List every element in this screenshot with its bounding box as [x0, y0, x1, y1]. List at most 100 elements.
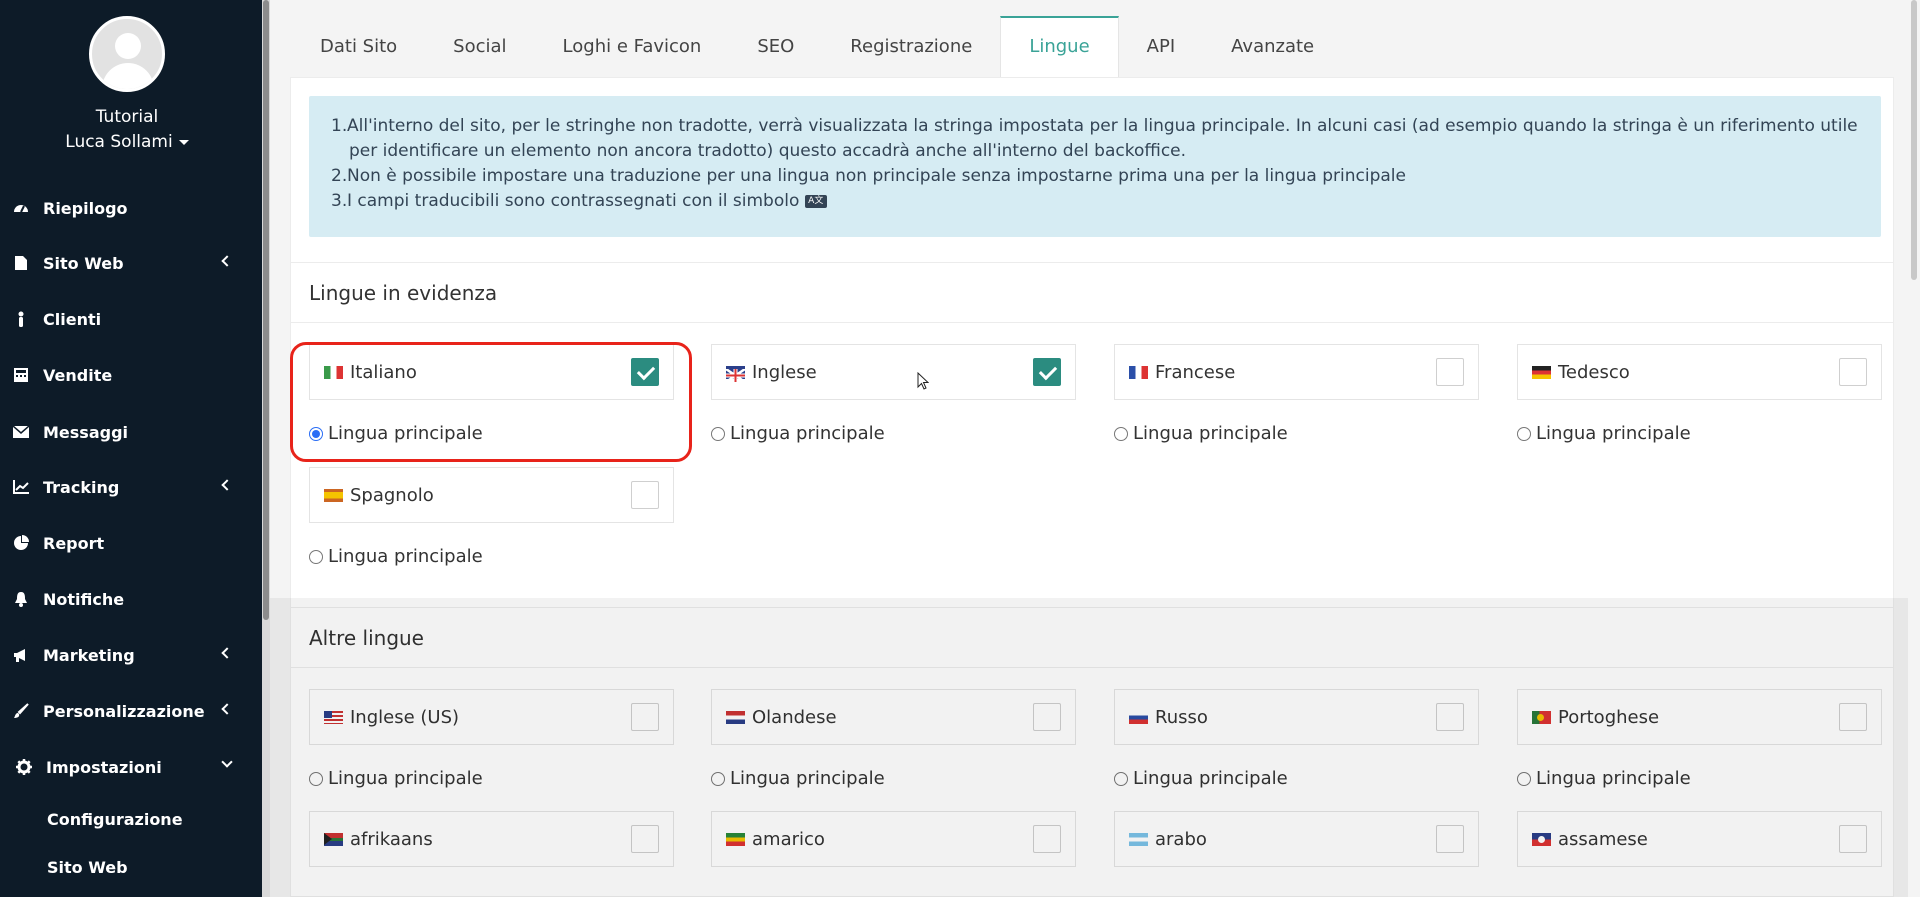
language-checkbox[interactable]	[1033, 825, 1061, 853]
language-checkbox[interactable]	[631, 481, 659, 509]
sidebar-item-label: Notifiche	[43, 589, 125, 609]
spain-flag-icon	[324, 488, 343, 502]
language-name: assamese	[1558, 828, 1648, 850]
gear-icon	[16, 759, 32, 775]
language-option-inglese[interactable]: Inglese	[711, 344, 1076, 400]
radio-button[interactable]	[309, 549, 323, 564]
language-checkbox[interactable]	[1839, 703, 1867, 731]
main-scrollbar[interactable]	[1908, 0, 1920, 897]
sidebar-item-messaggi[interactable]: Messaggi	[0, 410, 254, 454]
main-language-radio-francese[interactable]: Lingua principale	[1114, 423, 1288, 444]
divider	[291, 262, 1893, 263]
language-option-francese[interactable]: Francese	[1114, 344, 1479, 400]
pie-chart-icon	[13, 535, 29, 551]
assam-flag-icon	[1532, 832, 1551, 846]
radio-button[interactable]	[1114, 771, 1128, 786]
radio-button[interactable]	[1517, 426, 1531, 441]
scrollbar-thumb[interactable]	[1911, 0, 1917, 280]
language-checkbox[interactable]	[631, 703, 659, 731]
chevron-left-icon	[221, 647, 233, 659]
language-name: Inglese (US)	[350, 706, 460, 728]
sidebar-item-impostazioni[interactable]: Impostazioni	[0, 745, 254, 789]
sidebar-item-sito-web[interactable]: Sito Web	[0, 241, 254, 285]
argentina-flag-icon	[1129, 832, 1148, 846]
envelope-icon	[13, 424, 29, 440]
cash-register-icon	[13, 367, 29, 383]
main-language-radio-tedesco[interactable]: Lingua principale	[1517, 423, 1691, 444]
sidebar-subitem-configurazione[interactable]: Configurazione	[47, 810, 183, 829]
divider	[291, 607, 1893, 608]
language-option-spagnolo[interactable]: Spagnolo	[309, 467, 674, 523]
radio-button[interactable]	[711, 771, 725, 786]
language-option-amarico[interactable]: amarico	[711, 811, 1076, 867]
tab-dati-sito[interactable]: Dati Sito	[292, 16, 425, 78]
caret-down-icon	[178, 139, 189, 145]
language-name: Francese	[1155, 361, 1236, 383]
language-name: Spagnolo	[350, 484, 434, 506]
radio-button[interactable]	[711, 426, 725, 441]
tab-registrazione[interactable]: Registrazione	[822, 16, 1000, 78]
settings-tabs: Dati Sito Social Loghi e Favicon SEO Reg…	[292, 16, 1342, 78]
tab-avanzate[interactable]: Avanzate	[1203, 16, 1342, 78]
radio-button[interactable]	[309, 771, 323, 786]
chevron-left-icon	[221, 703, 233, 715]
avatar[interactable]	[89, 16, 165, 92]
main-language-radio-portoghese[interactable]: Lingua principale	[1517, 768, 1691, 789]
main-language-radio-russo[interactable]: Lingua principale	[1114, 768, 1288, 789]
language-checkbox[interactable]	[1839, 825, 1867, 853]
file-icon	[13, 255, 29, 271]
uk-flag-icon	[725, 365, 746, 383]
tab-api[interactable]: API	[1119, 16, 1203, 78]
language-option-afrikaans[interactable]: afrikaans	[309, 811, 674, 867]
language-checkbox[interactable]	[1033, 703, 1061, 731]
language-checkbox[interactable]	[1839, 358, 1867, 386]
language-option-inglese-us[interactable]: Inglese (US)	[309, 689, 674, 745]
sidebar-item-personalizzazione[interactable]: Personalizzazione	[0, 689, 254, 733]
sidebar-item-clienti[interactable]: Clienti	[0, 297, 254, 341]
language-name: afrikaans	[350, 828, 433, 850]
main-language-radio-inglese-us[interactable]: Lingua principale	[309, 768, 483, 789]
user-name: Luca Sollami	[65, 132, 173, 152]
tab-loghi-favicon[interactable]: Loghi e Favicon	[535, 16, 730, 78]
info-item: 1.All'interno del sito, per le stringhe …	[331, 116, 1858, 161]
sidebar-item-notifiche[interactable]: Notifiche	[0, 577, 254, 621]
sidebar-item-report[interactable]: Report	[0, 521, 254, 565]
sidebar-item-vendite[interactable]: Vendite	[0, 353, 254, 397]
portugal-flag-icon	[1532, 710, 1551, 724]
language-checkbox[interactable]	[1436, 703, 1464, 731]
language-checkbox[interactable]	[1033, 358, 1061, 386]
language-option-russo[interactable]: Russo	[1114, 689, 1479, 745]
main-language-radio-spagnolo[interactable]: Lingua principale	[309, 546, 483, 567]
tab-social[interactable]: Social	[425, 16, 534, 78]
sidebar-subitem-sito-web[interactable]: Sito Web	[47, 858, 128, 877]
language-checkbox[interactable]	[631, 825, 659, 853]
brush-icon	[13, 703, 29, 719]
sidebar-item-marketing[interactable]: Marketing	[0, 633, 254, 677]
sidebar-item-label: Sito Web	[43, 253, 124, 273]
language-checkbox[interactable]	[1436, 825, 1464, 853]
language-option-portoghese[interactable]: Portoghese	[1517, 689, 1882, 745]
language-option-assamese[interactable]: assamese	[1517, 811, 1882, 867]
sidebar-scrollbar[interactable]	[262, 0, 270, 897]
us-flag-icon	[324, 710, 343, 724]
sidebar-item-label: Messaggi	[43, 422, 129, 442]
scrollbar-thumb[interactable]	[263, 0, 269, 620]
radio-button[interactable]	[1517, 771, 1531, 786]
sidebar-item-label: Riepilogo	[43, 198, 128, 218]
user-menu[interactable]: Luca Sollami	[0, 132, 254, 152]
language-option-tedesco[interactable]: Tedesco	[1517, 344, 1882, 400]
main-language-radio-inglese[interactable]: Lingua principale	[711, 423, 885, 444]
sidebar-item-riepilogo[interactable]: Riepilogo	[0, 186, 254, 230]
person-icon	[13, 311, 29, 327]
sidebar-item-tracking[interactable]: Tracking	[0, 465, 254, 509]
tab-lingue[interactable]: Lingue	[1000, 16, 1119, 78]
language-option-olandese[interactable]: Olandese	[711, 689, 1076, 745]
language-name: Olandese	[752, 706, 837, 728]
tab-seo[interactable]: SEO	[729, 16, 822, 78]
radio-button[interactable]	[1114, 426, 1128, 441]
main-language-radio-olandese[interactable]: Lingua principale	[711, 768, 885, 789]
language-option-arabo[interactable]: arabo	[1114, 811, 1479, 867]
info-item: 3.I campi traducibili sono contrassegnat…	[331, 189, 1861, 214]
language-checkbox[interactable]	[1436, 358, 1464, 386]
info-box: 1.All'interno del sito, per le stringhe …	[309, 96, 1881, 237]
